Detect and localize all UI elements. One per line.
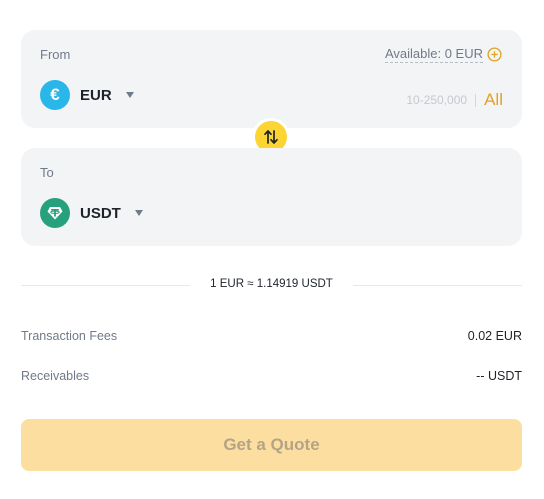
amount-divider <box>475 93 477 107</box>
to-label: To <box>40 165 54 180</box>
receivables-label: Receivables <box>21 369 90 383</box>
available-text: Available: 0 EUR <box>384 46 483 63</box>
get-quote-button[interactable]: Get a Quote <box>21 419 522 471</box>
from-card: From Available: 0 EUR € EUR All <box>21 30 522 128</box>
swap-icon <box>264 130 278 144</box>
all-button[interactable]: All <box>484 90 503 110</box>
receivables-row: Receivables -- USDT <box>21 369 522 383</box>
available-balance[interactable]: Available: 0 EUR <box>384 46 502 63</box>
fees-value: 0.02 EUR <box>467 329 522 343</box>
caret-down-icon <box>134 210 143 216</box>
divider-right <box>353 285 522 286</box>
from-label: From <box>40 47 71 62</box>
receivables-value: -- USDT <box>476 369 522 383</box>
transaction-fees-row: Transaction Fees 0.02 EUR <box>21 329 522 343</box>
to-asset-name: USDT <box>80 204 121 222</box>
usdt-coin-icon <box>40 198 70 228</box>
caret-down-icon <box>125 92 134 98</box>
amount-row: All <box>387 90 503 110</box>
from-asset-name: EUR <box>80 86 112 104</box>
amount-input[interactable] <box>387 93 468 107</box>
rate-text: 1 EUR ≈ 1.14919 USDT <box>210 278 333 290</box>
exchange-rate: 1 EUR ≈ 1.14919 USDT <box>21 278 522 294</box>
eur-coin-icon: € <box>40 80 70 110</box>
plus-circle-icon[interactable] <box>487 47 502 62</box>
from-asset-select[interactable]: € EUR <box>40 80 134 110</box>
to-card: To USDT <box>21 148 522 246</box>
fees-label: Transaction Fees <box>21 329 118 343</box>
to-asset-select[interactable]: USDT <box>40 198 143 228</box>
